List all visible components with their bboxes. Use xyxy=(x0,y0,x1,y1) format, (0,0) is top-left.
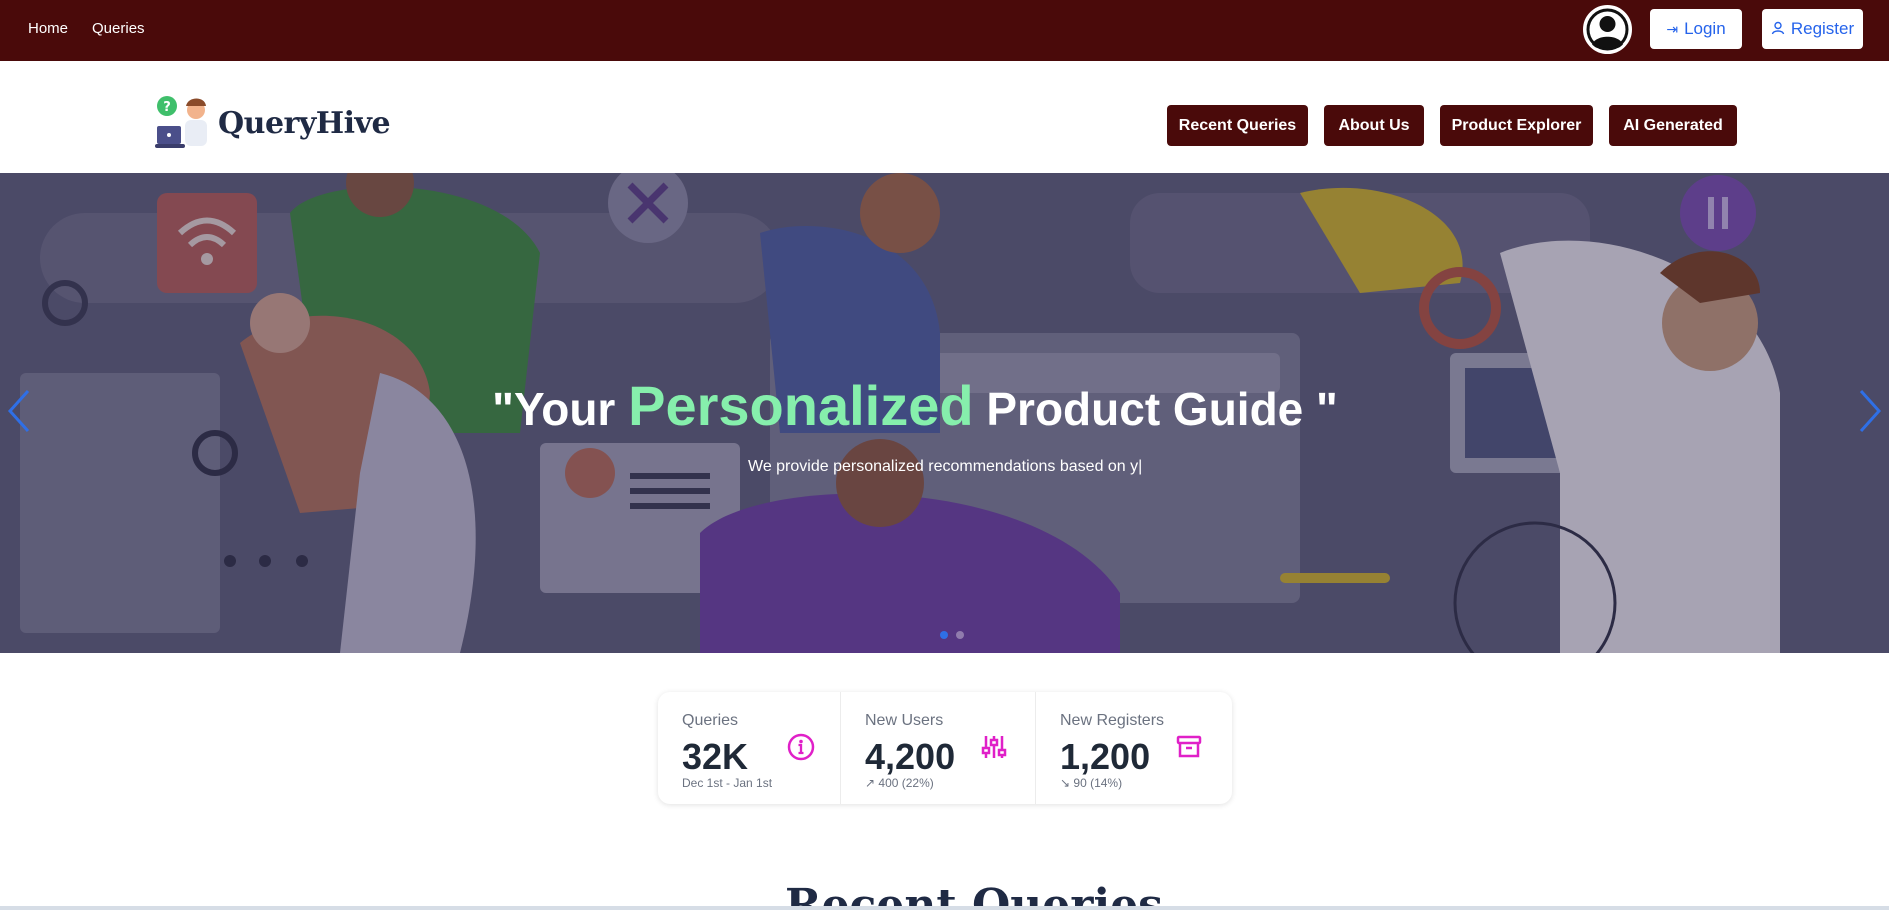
carousel-indicators xyxy=(940,631,964,639)
stat-label: New Users xyxy=(865,712,944,729)
top-nav: Home Queries xyxy=(28,20,145,37)
stat-new-users: New Users 4,200 ↗ 400 (22%) xyxy=(841,692,1036,804)
hero-title-highlight: Personalized xyxy=(628,374,974,437)
login-label: Login xyxy=(1684,19,1726,38)
user-avatar-icon[interactable] xyxy=(1583,5,1632,54)
recent-queries-button[interactable]: Recent Queries xyxy=(1167,105,1308,146)
stat-queries: Queries 32K Dec 1st - Jan 1st xyxy=(658,692,841,804)
carousel-dot[interactable] xyxy=(940,631,948,639)
register-label: Register xyxy=(1790,19,1855,38)
hero-title: "Your Personalized Product Guide " xyxy=(0,373,1830,438)
info-icon xyxy=(786,732,816,762)
user-icon xyxy=(1771,21,1785,38)
stat-new-registers: New Registers 1,200 ↘ 90 (14%) xyxy=(1036,692,1232,804)
hero-carousel: "Your Personalized Product Guide " We pr… xyxy=(0,173,1889,653)
carousel-next-icon[interactable] xyxy=(1857,388,1883,441)
ai-generated-button[interactable]: AI Generated xyxy=(1609,105,1737,146)
stats-card: Queries 32K Dec 1st - Jan 1st New Users … xyxy=(658,692,1232,804)
brand-name[interactable]: QueryHive xyxy=(218,106,391,141)
stat-note: Dec 1st - Jan 1st xyxy=(682,776,773,790)
stat-note: ↗ 400 (22%) xyxy=(865,776,934,790)
stat-note: ↘ 90 (14%) xyxy=(1060,776,1123,790)
top-bar: Home Queries ⇥ Login Register xyxy=(0,0,1889,61)
svg-text:?: ? xyxy=(163,100,171,115)
register-button[interactable]: Register xyxy=(1762,9,1863,49)
product-explorer-button[interactable]: Product Explorer xyxy=(1440,105,1593,146)
logo-icon[interactable]: ? xyxy=(155,94,215,154)
login-button[interactable]: ⇥ Login xyxy=(1650,9,1742,49)
stat-value: 4,200 xyxy=(865,736,956,777)
nav-home-link[interactable]: Home xyxy=(28,20,68,37)
stat-value: 32K xyxy=(682,736,749,777)
stat-value: 1,200 xyxy=(1060,736,1151,777)
archive-icon xyxy=(1174,732,1204,762)
page-bottom-border xyxy=(0,906,1889,910)
carousel-dot[interactable] xyxy=(956,631,964,639)
stat-label: New Registers xyxy=(1060,712,1165,729)
hero-subtitle: We provide personalized recommendations … xyxy=(748,458,1143,475)
hero-title-suffix: Product Guide " xyxy=(973,383,1338,435)
hero-title-prefix: "Your xyxy=(492,383,629,435)
nav-queries-link[interactable]: Queries xyxy=(92,20,145,37)
about-us-button[interactable]: About Us xyxy=(1324,105,1424,146)
sliders-icon xyxy=(979,732,1009,762)
login-icon: ⇥ xyxy=(1666,20,1679,37)
site-header: ? QueryHive Recent Queries About Us Prod… xyxy=(0,61,1889,173)
carousel-prev-icon[interactable] xyxy=(6,388,32,441)
stat-label: Queries xyxy=(682,712,739,729)
